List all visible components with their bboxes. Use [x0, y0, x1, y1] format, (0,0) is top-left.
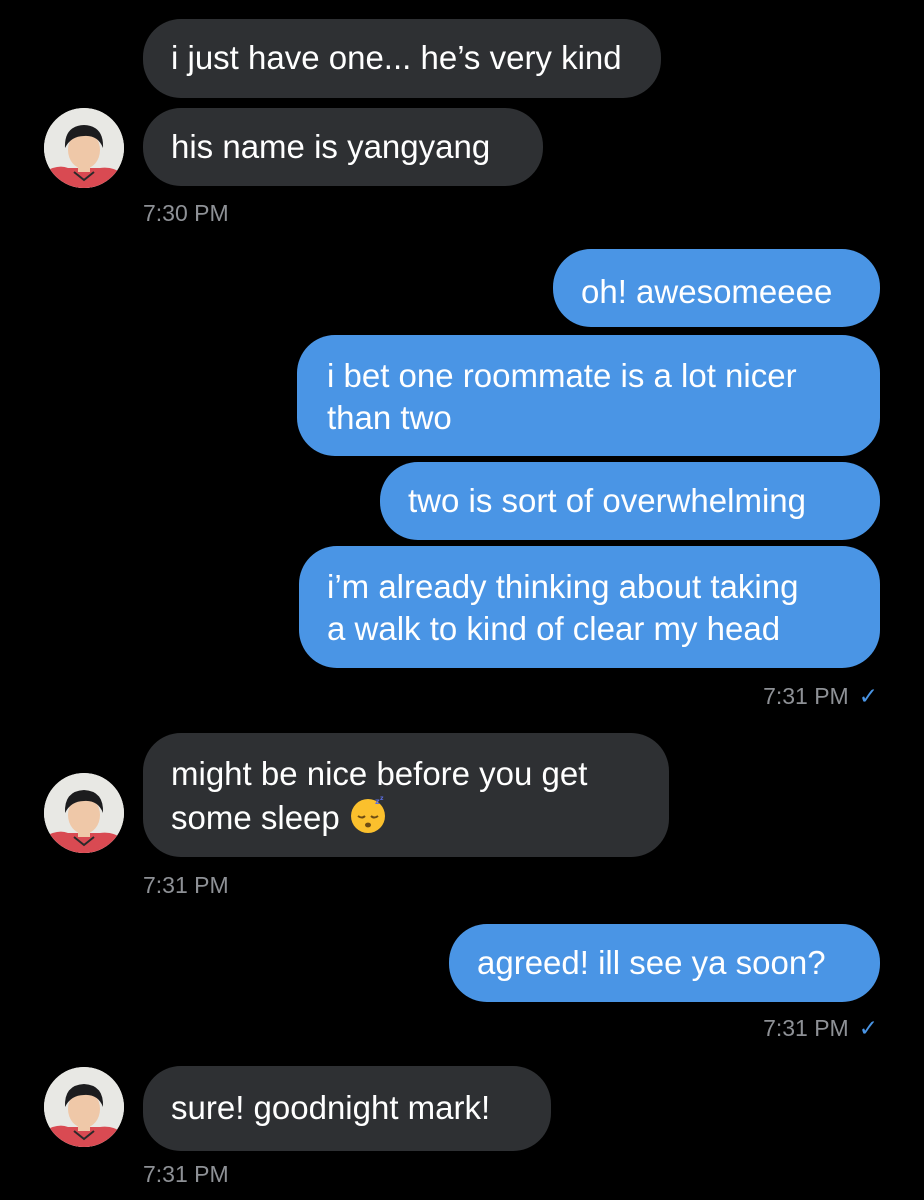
message-bubble-incoming[interactable]: his name is yangyang: [143, 108, 543, 186]
sleeping-face-emoji: z z: [348, 795, 388, 845]
message-text: his name is yangyang: [171, 128, 491, 165]
message-bubble-outgoing[interactable]: agreed! ill see ya soon?: [449, 924, 880, 1002]
message-bubble-outgoing[interactable]: two is sort of overwhelming: [380, 462, 880, 540]
timestamp-with-read-receipt: 7:31 PM ✓: [763, 1014, 878, 1042]
message-text: i just have one... he’s very kind: [171, 39, 622, 76]
message-text-line: might be nice before you get: [171, 755, 588, 792]
checkmark-icon: ✓: [858, 683, 878, 709]
message-bubble-outgoing[interactable]: i’m already thinking about taking a walk…: [299, 546, 880, 668]
avatar-photo: [44, 108, 124, 188]
message-text-line: some sleep z z: [171, 795, 641, 845]
timestamp: 7:31 PM: [763, 1015, 849, 1041]
message-bubble-incoming[interactable]: i just have one... he’s very kind: [143, 19, 661, 98]
message-text: oh! awesomeeee: [581, 273, 833, 310]
message-text: two is sort of overwhelming: [408, 482, 806, 519]
checkmark-icon: ✓: [858, 1015, 878, 1041]
contact-avatar[interactable]: [44, 1067, 124, 1147]
contact-avatar[interactable]: [44, 108, 124, 188]
timestamp: 7:30 PM: [143, 200, 229, 226]
message-bubble-outgoing[interactable]: oh! awesomeeee: [553, 249, 880, 327]
message-text-line: than two: [327, 399, 452, 436]
avatar-photo: [44, 773, 124, 853]
message-bubble-outgoing[interactable]: i bet one roommate is a lot nicer than t…: [297, 335, 880, 456]
timestamp: 7:31 PM: [763, 683, 849, 709]
timestamp-with-read-receipt: 7:31 PM ✓: [763, 682, 878, 710]
message-text-line: i bet one roommate is a lot nicer: [327, 357, 797, 394]
timestamp: 7:31 PM: [143, 1161, 229, 1187]
message-bubble-incoming[interactable]: might be nice before you get some sleep …: [143, 733, 669, 857]
message-text-line: a walk to kind of clear my head: [327, 610, 781, 647]
contact-avatar[interactable]: [44, 773, 124, 853]
message-bubble-incoming[interactable]: sure! goodnight mark!: [143, 1066, 551, 1151]
message-text: some sleep: [171, 799, 340, 836]
message-text-line: i’m already thinking about taking: [327, 568, 799, 605]
timestamp: 7:31 PM: [143, 872, 229, 898]
message-text: sure! goodnight mark!: [171, 1089, 491, 1126]
avatar-photo: [44, 1067, 124, 1147]
svg-text:z: z: [380, 795, 384, 802]
message-text: agreed! ill see ya soon?: [477, 944, 826, 981]
